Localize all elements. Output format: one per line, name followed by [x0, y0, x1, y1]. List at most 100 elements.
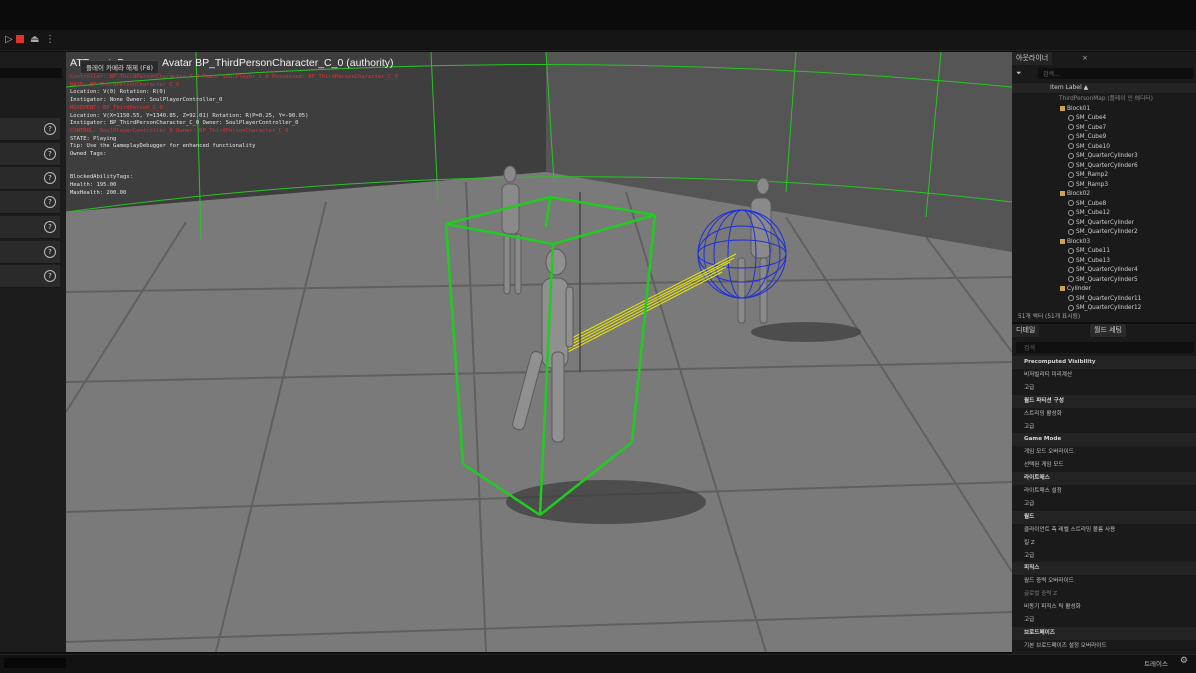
- details-category[interactable]: 월드: [1012, 510, 1196, 524]
- static-mesh-icon: [1068, 200, 1074, 206]
- title-bar: [0, 0, 1196, 30]
- outliner-item[interactable]: SM_QuarterCylinder11: [1012, 295, 1196, 305]
- details-property[interactable]: 라이트매스 설정: [1012, 485, 1196, 498]
- level-viewport[interactable]: ATTempt: Possess: Avatar BP_ThirdPersonC…: [66, 52, 1012, 652]
- eject-icon[interactable]: ⏏: [30, 33, 39, 47]
- outliner-item[interactable]: Block01: [1012, 105, 1196, 115]
- details-property[interactable]: 클라이언트 측 레벨 스트리밍 볼륨 사용: [1012, 524, 1196, 537]
- play-icon[interactable]: ▷: [5, 33, 13, 47]
- exit-camera-button[interactable]: 플레이 카메라 해제 (F8): [80, 60, 159, 74]
- help-icon[interactable]: ?: [44, 123, 56, 135]
- outliner-item-label: SM_Cube7: [1076, 124, 1107, 131]
- details-category[interactable]: Game Mode: [1012, 433, 1196, 447]
- panel-row[interactable]: ?: [0, 143, 60, 166]
- trace-dropdown[interactable]: 트레이스: [1144, 658, 1168, 668]
- details-category[interactable]: Precomputed Visibility: [1012, 356, 1196, 369]
- details-property[interactable]: 고급: [1012, 550, 1196, 563]
- help-icon[interactable]: ?: [44, 246, 56, 258]
- outliner-item[interactable]: SM_QuarterCylinder6: [1012, 162, 1196, 172]
- panel-row[interactable]: ?: [0, 265, 60, 288]
- details-row-label: 클라이언트 측 레벨 스트리밍 볼륨 사용: [1024, 526, 1116, 533]
- details-category[interactable]: 라이트매스: [1012, 472, 1196, 486]
- help-icon[interactable]: ?: [44, 172, 56, 184]
- static-mesh-icon: [1068, 114, 1074, 121]
- outliner-item[interactable]: SM_Cube4: [1012, 114, 1196, 124]
- outliner-item[interactable]: SM_Cube10: [1012, 143, 1196, 153]
- details-property[interactable]: 고급: [1012, 498, 1196, 511]
- tab-world-settings[interactable]: 월드 세팅: [1090, 324, 1126, 337]
- details-property[interactable]: 비저빌리티 미리계산: [1012, 369, 1196, 382]
- details-property[interactable]: 월드 중력 오버라이드: [1012, 575, 1196, 588]
- details-property[interactable]: 선택된 게임 모드: [1012, 459, 1196, 472]
- outliner-item-label: SM_Cube13: [1076, 257, 1110, 264]
- map-icon: [1052, 96, 1057, 101]
- folder-icon: [1060, 238, 1065, 244]
- debug-line: Location: V(X=1150.55, Y=1340.85, Z=92.0…: [70, 112, 309, 119]
- details-category[interactable]: 피직스: [1012, 562, 1196, 576]
- outliner-item[interactable]: Block03: [1012, 238, 1196, 248]
- outliner-item-label: SM_QuarterCylinder5: [1076, 276, 1138, 283]
- outliner-item[interactable]: SM_QuarterCylinder4: [1012, 266, 1196, 276]
- outliner-item[interactable]: SM_Cube12: [1012, 209, 1196, 219]
- help-icon[interactable]: ?: [44, 270, 56, 282]
- outliner-item[interactable]: Cylinder: [1012, 285, 1196, 295]
- settings-icon[interactable]: ⚙: [1180, 656, 1188, 666]
- debug-line: Location: V(0) Rotation: R(0): [70, 89, 167, 96]
- outliner-item[interactable]: SM_QuarterCylinder5: [1012, 276, 1196, 286]
- debug-line: Tip: Use the GameplayDebugger for enhanc…: [70, 143, 256, 150]
- filter-icon[interactable]: ⏷: [1016, 69, 1022, 78]
- details-property[interactable]: 고급: [1012, 382, 1196, 395]
- play-toolbar: ▷ ⏏ ⋮: [0, 30, 1196, 51]
- details-property[interactable]: 글로벌 중력 Z: [1012, 588, 1196, 601]
- left-search-input[interactable]: [0, 68, 62, 78]
- tab-outliner[interactable]: 아웃라이너: [1012, 52, 1053, 65]
- outliner-item[interactable]: SM_Cube9: [1012, 133, 1196, 143]
- details-search-input[interactable]: 검색: [1016, 342, 1194, 353]
- outliner-item-label: SM_Cube8: [1076, 200, 1107, 207]
- details-property[interactable]: 고급: [1012, 614, 1196, 627]
- panel-row[interactable]: ?: [0, 167, 60, 190]
- tab-details[interactable]: 디테일: [1012, 324, 1040, 337]
- help-icon[interactable]: ?: [44, 221, 56, 233]
- outliner-item-label: SM_Cube9: [1076, 134, 1107, 140]
- panel-row[interactable]: ?: [0, 216, 60, 239]
- outliner-item[interactable]: SM_Cube11: [1012, 247, 1196, 257]
- stop-icon[interactable]: [16, 35, 24, 43]
- console-input[interactable]: [4, 658, 66, 668]
- outliner-item[interactable]: SM_QuarterCylinder3: [1012, 152, 1196, 162]
- details-category[interactable]: 브로드페이즈: [1012, 626, 1196, 640]
- outliner-item[interactable]: SM_Ramp2: [1012, 171, 1196, 181]
- details-property[interactable]: 기본 브로드페이즈 설정 오버라이드: [1012, 640, 1196, 653]
- outliner-item-label: Block03: [1067, 238, 1091, 245]
- help-icon[interactable]: ?: [44, 196, 56, 208]
- help-icon[interactable]: ?: [44, 148, 56, 160]
- more-icon[interactable]: ⋮: [45, 33, 55, 47]
- details-property[interactable]: 비동기 피직스 틱 활성화: [1012, 601, 1196, 614]
- column-header[interactable]: Item Label ▲: [1012, 83, 1196, 93]
- outliner-item[interactable]: SM_Ramp3: [1012, 181, 1196, 191]
- outliner-item[interactable]: SM_Cube7: [1012, 124, 1196, 134]
- tab-details-label: 디테일: [1016, 326, 1036, 334]
- panel-row[interactable]: ?: [0, 241, 60, 264]
- outliner-item[interactable]: SM_Cube13: [1012, 257, 1196, 267]
- close-icon[interactable]: ×: [1082, 54, 1088, 62]
- details-row-label: 비동기 피직스 틱 활성화: [1024, 604, 1081, 611]
- details-property[interactable]: 킬 Z: [1012, 537, 1196, 550]
- outliner-item[interactable]: SM_QuarterCylinder2: [1012, 228, 1196, 238]
- outliner-search-input[interactable]: 검색...: [1038, 68, 1194, 79]
- details-category[interactable]: 월드 파티션 구성: [1012, 394, 1196, 408]
- outliner-item[interactable]: ThirdPersonMap (플레이 인 에디터): [1012, 95, 1196, 105]
- details-property[interactable]: 고급: [1012, 421, 1196, 434]
- outliner-item[interactable]: SM_QuarterCylinder: [1012, 219, 1196, 229]
- static-mesh-icon: [1068, 276, 1074, 282]
- details-property[interactable]: 스트리밍 활성화: [1012, 408, 1196, 421]
- static-mesh-icon: [1068, 295, 1074, 301]
- outliner-item-label: Block02: [1067, 191, 1091, 197]
- outliner-item[interactable]: SM_Cube8: [1012, 200, 1196, 210]
- panel-row[interactable]: ?: [0, 191, 60, 214]
- outliner-item[interactable]: Block02: [1012, 190, 1196, 200]
- details-property[interactable]: 게임 모드 오버라이드: [1012, 446, 1196, 459]
- folder-icon: [1060, 286, 1065, 291]
- panel-row[interactable]: ?: [0, 118, 60, 141]
- static-mesh-icon: [1068, 247, 1074, 254]
